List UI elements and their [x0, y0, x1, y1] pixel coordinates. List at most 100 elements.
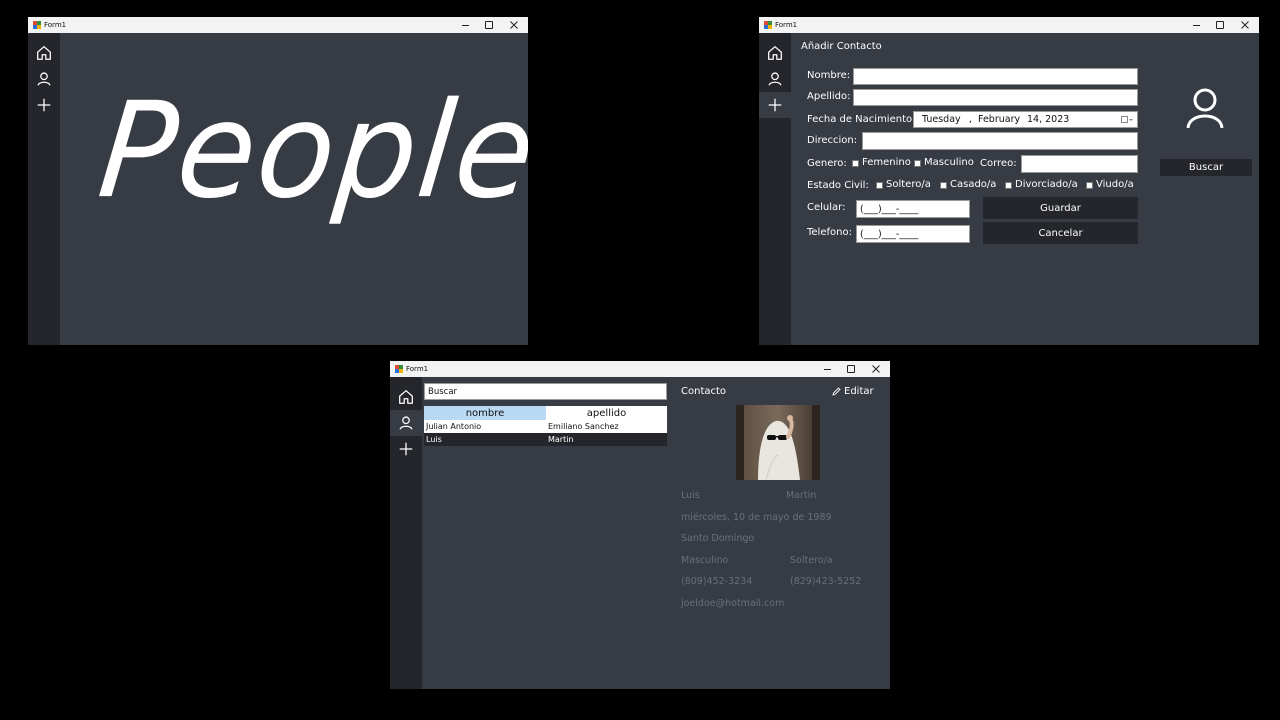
sidebar [28, 33, 60, 345]
minimize-button[interactable] [1184, 17, 1208, 33]
contacts-grid: nombre apellido Julian Antonio Emiliano … [424, 406, 667, 446]
masculino-checkbox[interactable] [914, 160, 921, 167]
date-month: February [978, 114, 1021, 125]
nombre-field[interactable] [853, 68, 1138, 85]
correo-label: Correo: [980, 158, 1017, 169]
pencil-icon [832, 387, 841, 396]
plus-icon [37, 98, 51, 112]
sidebar [759, 33, 791, 345]
cell-nombre: Luis [426, 435, 442, 444]
close-button[interactable] [864, 361, 888, 377]
casado-checkbox[interactable] [940, 182, 947, 189]
column-header-apellido[interactable]: apellido [546, 406, 667, 420]
sidebar [390, 377, 422, 689]
nav-add-button[interactable] [28, 92, 60, 118]
close-button[interactable] [502, 17, 526, 33]
home-icon [768, 46, 782, 60]
divorciado-checkbox[interactable] [1005, 182, 1012, 189]
nav-home-button[interactable] [28, 40, 60, 66]
telefono-label: Telefono: [807, 227, 852, 238]
plus-icon [768, 98, 782, 112]
masculino-label: Masculino [924, 157, 974, 168]
home-icon [399, 390, 413, 404]
contact-avatar-icon [1186, 88, 1224, 129]
person-icon [399, 416, 413, 430]
window-title: Form1 [44, 21, 67, 29]
app-icon [33, 21, 41, 29]
search-input[interactable]: Buscar [424, 383, 667, 400]
telefono-field[interactable]: (___)___-____ [856, 225, 970, 243]
maximize-button[interactable] [839, 361, 863, 377]
casado-label: Casado/a [950, 179, 997, 190]
title-bar[interactable]: Form1 [28, 17, 528, 33]
close-button[interactable] [1233, 17, 1257, 33]
cell-nombre: Julian Antonio [426, 422, 482, 431]
cancelar-button[interactable]: Cancelar [983, 222, 1138, 244]
contacts-window: Form1 Buscar nombre apellido Julian Anto… [390, 361, 890, 689]
nav-add-button[interactable] [759, 92, 791, 118]
detail-first-name: Luis [681, 490, 700, 501]
window-title: Form1 [406, 365, 429, 373]
correo-field[interactable] [1021, 155, 1138, 173]
minimize-button[interactable] [815, 361, 839, 377]
detail-email: joeldoe@hotmail.com [681, 598, 785, 609]
cell-apellido: Martin [548, 435, 574, 444]
direccion-field[interactable] [862, 132, 1138, 150]
home-window: Form1 People [28, 17, 528, 345]
soltero-label: Soltero/a [886, 179, 931, 190]
femenino-checkbox[interactable] [852, 160, 859, 167]
title-bar[interactable]: Form1 [759, 17, 1259, 33]
apellido-field[interactable] [853, 89, 1138, 106]
page-title: Añadir Contacto [801, 41, 882, 52]
edit-label: Editar [844, 386, 874, 397]
table-row[interactable]: Julian Antonio Emiliano Sanchez [424, 420, 667, 433]
birthdate-picker[interactable]: Tuesday , February 14, 2023 [913, 111, 1138, 128]
people-splash-text: People [92, 73, 528, 228]
direccion-label: Direccion: [807, 135, 858, 146]
calendar-dropdown-icon[interactable] [1121, 116, 1133, 127]
guardar-button[interactable]: Guardar [983, 197, 1138, 219]
app-icon [395, 365, 403, 373]
table-row-selected[interactable]: Luis Martin [424, 433, 667, 446]
edit-button[interactable]: Editar [832, 386, 874, 397]
title-bar[interactable]: Form1 [390, 361, 890, 377]
person-icon [768, 72, 782, 86]
date-separator: , [969, 114, 973, 125]
nav-add-button[interactable] [390, 436, 422, 462]
estado-civil-label: Estado Civil: [807, 180, 869, 191]
detail-cellphone: (809)452-3234 [681, 576, 753, 587]
cell-apellido: Emiliano Sanchez [548, 422, 619, 431]
soltero-checkbox[interactable] [876, 182, 883, 189]
nav-home-button[interactable] [759, 40, 791, 66]
nav-contacts-button[interactable] [759, 66, 791, 92]
home-icon [37, 46, 51, 60]
celular-field[interactable]: (___)___-____ [856, 200, 970, 218]
apellido-label: Apellido: [807, 91, 851, 102]
detail-birth-date: miércoles, 10 de mayo de 1989 [681, 512, 832, 523]
maximize-button[interactable] [477, 17, 501, 33]
detail-header: Contacto [681, 386, 727, 397]
femenino-label: Femenino [862, 157, 911, 168]
maximize-button[interactable] [1208, 17, 1232, 33]
celular-label: Celular: [807, 202, 846, 213]
detail-civil-status: Soltero/a [790, 555, 833, 566]
app-icon [764, 21, 772, 29]
contact-photo [736, 405, 820, 480]
column-header-nombre[interactable]: nombre [424, 406, 546, 420]
buscar-button[interactable]: Buscar [1160, 159, 1252, 176]
window-title: Form1 [775, 21, 798, 29]
nombre-label: Nombre: [807, 70, 851, 81]
genero-label: Genero: [807, 158, 847, 169]
nav-contacts-button[interactable] [390, 410, 422, 436]
viudo-label: Viudo/a [1096, 179, 1134, 190]
minimize-button[interactable] [453, 17, 477, 33]
detail-gender: Masculino [681, 555, 729, 566]
viudo-checkbox[interactable] [1086, 182, 1093, 189]
fecha-label: Fecha de Nacimiento: [807, 114, 916, 125]
nav-home-button[interactable] [390, 384, 422, 410]
plus-icon [399, 442, 413, 456]
add-contact-window: Form1 Añadir Contacto Nombre: Apellido: … [759, 17, 1259, 345]
nav-contacts-button[interactable] [28, 66, 60, 92]
detail-address: Santo Domingo [681, 533, 755, 544]
date-weekday: Tuesday [922, 114, 961, 125]
